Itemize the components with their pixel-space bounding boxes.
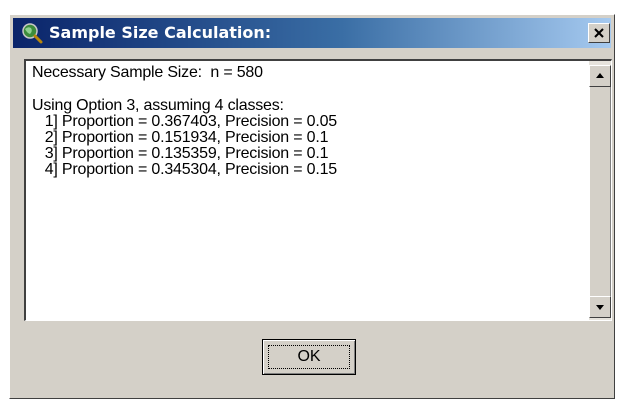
sample-size-dialog: Sample Size Calculation: Necessary Sampl… (9, 14, 615, 399)
ok-button-label: OK (297, 348, 321, 365)
arrow-down-icon (596, 305, 604, 310)
window-title: Sample Size Calculation: (49, 23, 272, 42)
result-line: 1] Proportion = 0.367403, Precision = 0.… (32, 113, 337, 130)
result-line: Using Option 3, assuming 4 classes: (32, 97, 284, 114)
result-line: 4] Proportion = 0.345304, Precision = 0.… (32, 161, 337, 178)
results-text: Necessary Sample Size: n = 580 Using Opt… (32, 65, 580, 178)
ok-button[interactable]: OK (262, 339, 356, 375)
result-line: Necessary Sample Size: n = 580 (32, 64, 263, 81)
title-bar[interactable]: Sample Size Calculation: (13, 18, 611, 48)
close-button[interactable] (588, 23, 610, 43)
results-textbox[interactable]: Necessary Sample Size: n = 580 Using Opt… (24, 59, 612, 321)
scroll-down-button[interactable] (589, 296, 611, 318)
arrow-up-icon (596, 73, 604, 78)
result-blank-line (32, 81, 580, 98)
vertical-scrollbar[interactable] (589, 61, 611, 320)
magnifier-globe-icon (21, 22, 43, 44)
scroll-up-button[interactable] (589, 65, 611, 87)
scroll-track[interactable] (589, 87, 611, 296)
result-line: 2] Proportion = 0.151934, Precision = 0.… (32, 129, 329, 146)
result-line: 3] Proportion = 0.135359, Precision = 0.… (32, 145, 329, 162)
close-icon (594, 28, 604, 38)
